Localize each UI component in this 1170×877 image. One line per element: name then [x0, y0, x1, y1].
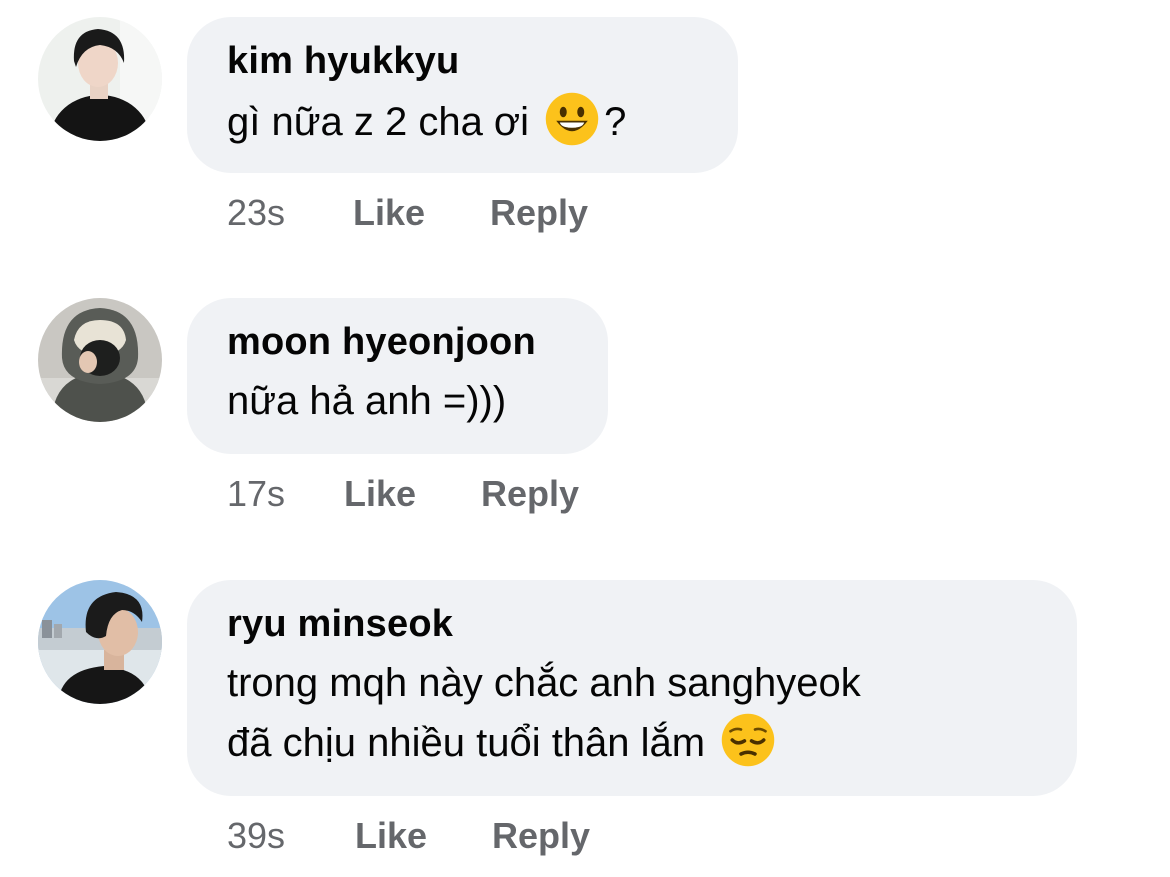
like-button[interactable]: Like — [355, 816, 492, 856]
comment-time[interactable]: 39s — [227, 816, 355, 856]
like-button[interactable]: Like — [353, 193, 490, 233]
avatar-image — [38, 298, 162, 422]
reply-button[interactable]: Reply — [481, 474, 579, 514]
comment-text-part: đã chịu nhiều tuổi thân lắm — [227, 721, 717, 765]
comment-text-part: gì nữa z 2 cha ơi — [227, 100, 541, 144]
avatar[interactable] — [38, 17, 162, 141]
comment-bubble: kim hyukkyu gì nữa z 2 cha ơi ? — [187, 17, 738, 173]
comment-text-line: trong mqh này chắc anh sanghyeok — [227, 661, 861, 705]
comment-text: nữa hả anh =))) — [227, 379, 507, 423]
comment-author[interactable]: kim hyukkyu — [227, 39, 698, 83]
comment-thread: kim hyukkyu gì nữa z 2 cha ơi ? 23s Like R… — [0, 0, 1170, 877]
reply-button[interactable]: Reply — [490, 193, 588, 233]
pensive-face-icon — [721, 713, 775, 767]
comment-text: trong mqh này chắc anh sanghyeok đã chịu… — [227, 654, 1037, 772]
like-button[interactable]: Like — [344, 474, 481, 514]
avatar-image — [38, 17, 162, 141]
comment-text-part: ? — [604, 100, 627, 144]
avatar[interactable] — [38, 580, 162, 704]
avatar-image — [38, 580, 162, 704]
comment-meta: 39s Like Reply — [227, 816, 590, 856]
comment-meta: 23s Like Reply — [227, 193, 588, 233]
comment-bubble: moon hyeonjoon nữa hả anh =))) — [187, 298, 608, 454]
reply-button[interactable]: Reply — [492, 816, 590, 856]
comment-author[interactable]: ryu minseok — [227, 602, 1037, 646]
comment-text: gì nữa z 2 cha ơi ? — [227, 91, 698, 151]
comment-meta: 17s Like Reply — [227, 474, 579, 514]
comment-bubble: ryu minseok trong mqh này chắc anh sangh… — [187, 580, 1077, 796]
comment-text-line: đã chịu nhiều tuổi thân lắm — [227, 712, 1037, 772]
comment-time[interactable]: 17s — [227, 474, 344, 514]
avatar[interactable] — [38, 298, 162, 422]
comment-time[interactable]: 23s — [227, 193, 353, 233]
grinning-face-icon — [545, 92, 599, 146]
comment-author[interactable]: moon hyeonjoon — [227, 320, 568, 364]
